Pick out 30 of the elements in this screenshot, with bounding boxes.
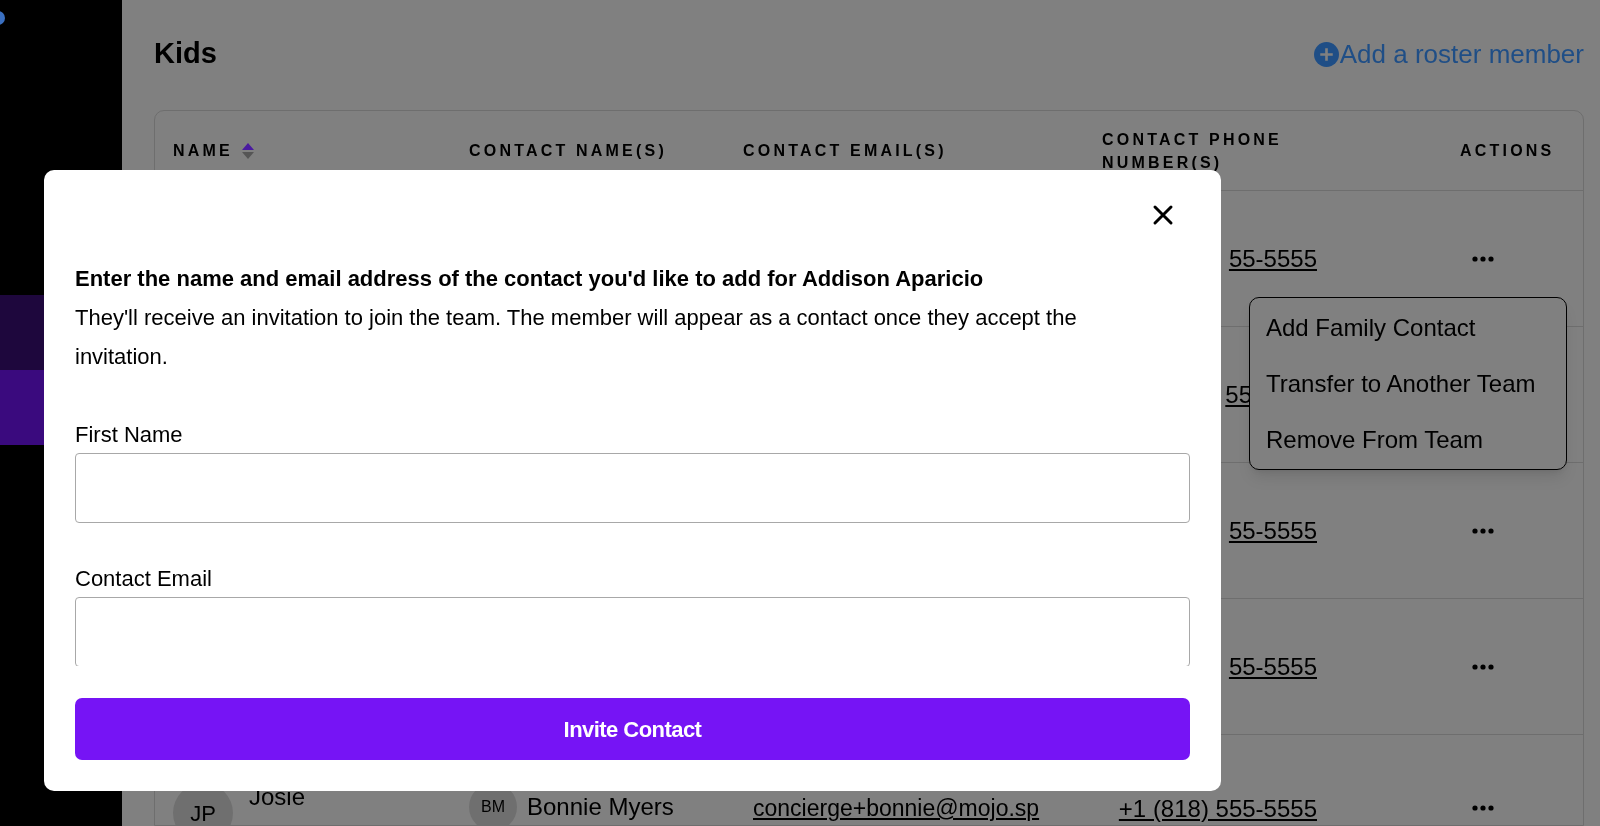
invite-contact-button[interactable]: Invite Contact bbox=[75, 698, 1190, 760]
phone-link[interactable]: 55-5555 bbox=[1228, 512, 1317, 549]
phone-link[interactable]: +1 (818) 555-5555 bbox=[1118, 791, 1317, 825]
column-header[interactable]: ACTIONS bbox=[1460, 139, 1555, 162]
phone-link[interactable]: 55-5555 bbox=[1228, 240, 1317, 277]
column-header[interactable]: NAME bbox=[173, 139, 233, 162]
email-link[interactable]: concierge+bonnie@mojo.sp bbox=[753, 795, 1040, 821]
column-header[interactable]: CONTACT NAME(S) bbox=[469, 139, 667, 162]
add-circle-icon bbox=[1313, 41, 1339, 67]
menu-item[interactable]: Add Family Contact bbox=[1266, 312, 1550, 343]
menu-item[interactable]: Remove From Team bbox=[1266, 424, 1550, 455]
input-field[interactable] bbox=[75, 597, 1190, 666]
menu-item[interactable]: Transfer to Another Team bbox=[1266, 368, 1550, 399]
phone-link[interactable]: 55-5555 bbox=[1228, 648, 1317, 685]
dialog-description: They'll receive an invitation to join the team. The member will appear as a contact once they accept the invitation. bbox=[75, 304, 1078, 371]
field-label: First Name bbox=[75, 422, 184, 448]
contact-name: Bonnie Myers bbox=[527, 792, 674, 822]
sort-icon[interactable] bbox=[240, 141, 255, 160]
close-icon[interactable] bbox=[1152, 204, 1174, 226]
page-title: Kids bbox=[154, 36, 217, 72]
badge-icon bbox=[0, 10, 6, 26]
column-header[interactable]: CONTACT PHONE NUMBER(S) bbox=[1102, 127, 1342, 174]
dialog-heading: Enter the name and email address of the contact you'd like to add for Addison Aparicio bbox=[75, 265, 985, 293]
more-icon[interactable] bbox=[1472, 255, 1494, 262]
column-header[interactable]: CONTACT EMAIL(S) bbox=[743, 139, 947, 162]
input-field[interactable] bbox=[75, 453, 1190, 523]
more-icon[interactable] bbox=[1472, 527, 1494, 534]
more-icon[interactable] bbox=[1472, 805, 1494, 811]
more-icon[interactable] bbox=[1472, 663, 1494, 670]
field-label: Contact Email bbox=[75, 566, 213, 592]
